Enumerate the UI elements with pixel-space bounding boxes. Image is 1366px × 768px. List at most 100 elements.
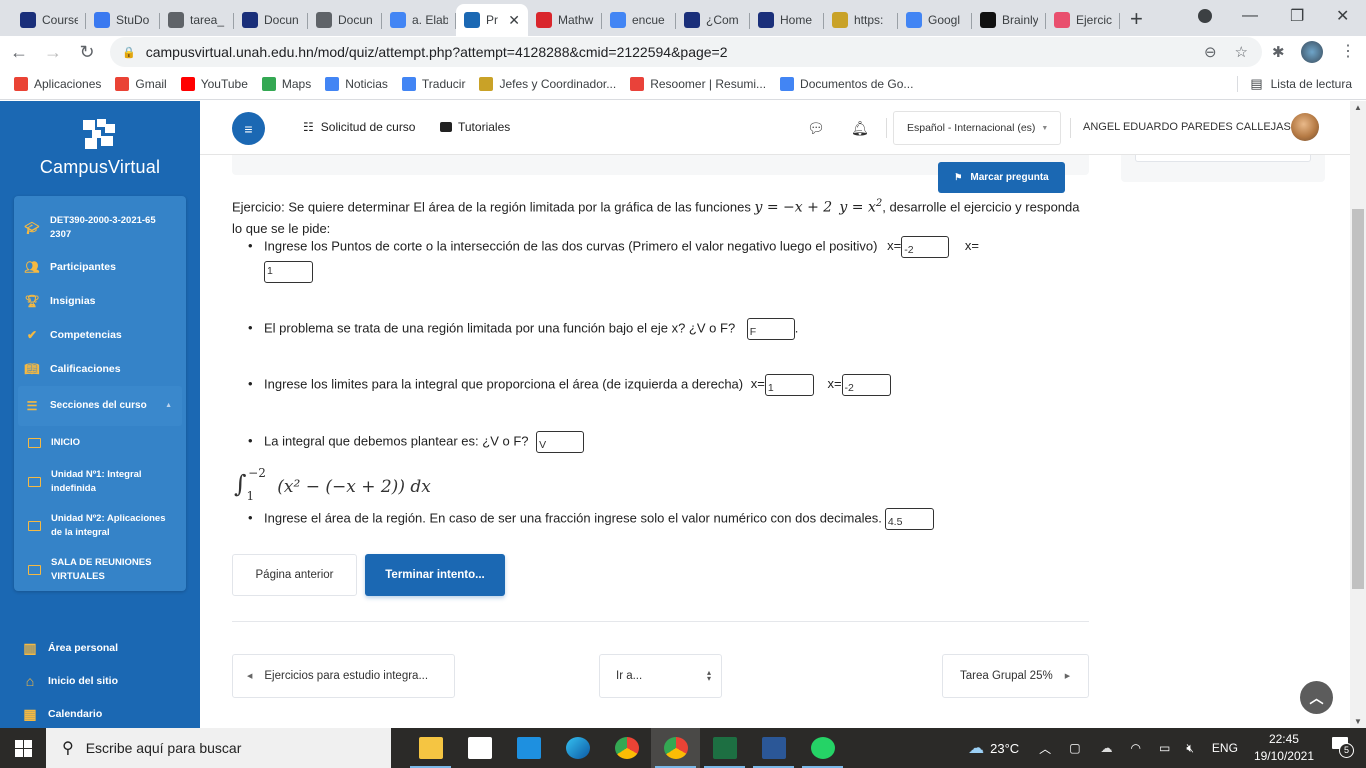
intersection-1-input[interactable]: -2 [901,236,950,258]
browser-tab[interactable]: Pr ✕ [456,4,528,36]
close-window-button[interactable]: ✕ [1336,0,1349,32]
lower-limit-input[interactable]: 1 [764,374,814,396]
tab-search-icon[interactable] [1198,0,1212,32]
user-name[interactable]: ANGEL EDUARDO PAREDES CALLEJAS [1083,121,1291,133]
upper-limit-input[interactable]: -2 [841,374,891,396]
browser-tab[interactable]: StuDo [86,4,160,36]
sidebar-item[interactable]: 🎓︎ DET390-2000-3-2021-652307 [14,206,186,250]
browser-tab[interactable]: Docun [308,4,382,36]
minimize-button[interactable]: — [1242,0,1258,32]
browser-tab[interactable]: Docun [234,4,308,36]
action-center-button[interactable]: 5 [1332,737,1354,759]
back-button[interactable]: ← [2,42,36,63]
browser-tab[interactable]: tarea_ [160,4,234,36]
scrollbar-thumb[interactable] [1352,209,1364,589]
weather-cloud-rain-icon[interactable]: ☁ [968,738,984,758]
profile-avatar[interactable] [1301,41,1323,63]
taskbar-app[interactable] [749,728,798,768]
taskbar-app[interactable] [553,728,602,768]
sidebar-section-item[interactable]: INICIO [14,426,186,460]
sidebar-item[interactable]: 👥︎ Participantes [14,250,186,284]
wifi-icon[interactable]: ◠ [1131,741,1141,755]
sidebar-section-item[interactable]: SALA DE REUNIONES VIRTUALES [14,548,186,592]
sidebar-item[interactable]: ▦ Calendario [22,697,118,730]
volume-muted-icon[interactable]: 🔇︎ [1186,741,1194,756]
page-scrollbar[interactable]: ▲ ▼ [1350,101,1366,728]
sidebar-item[interactable]: 🏆︎ Insignias [14,284,186,318]
bookmark-item[interactable]: Jefes y Coordinador... [479,76,616,91]
tutorials-link[interactable]: Tutoriales [440,120,510,134]
url-text[interactable]: campusvirtual.unah.edu.hn/mod/quiz/attem… [146,44,728,60]
bookmark-item[interactable]: Documentos de Go... [780,76,913,91]
campusvirtual-logo[interactable]: CampusVirtual [0,119,200,178]
browser-tab[interactable]: Googl [898,4,972,36]
bookmark-item[interactable]: Gmail [115,76,167,91]
taskbar-app[interactable] [700,728,749,768]
finish-attempt-button[interactable]: Terminar intento... [365,554,505,596]
browser-tab[interactable]: ¿Com [676,4,750,36]
zoom-icon[interactable]: ⊖ [1204,43,1217,61]
extensions-icon[interactable]: ✱ [1272,43,1285,61]
previous-page-button[interactable]: Página anterior [232,554,357,596]
sections-toggle[interactable]: ☰ Secciones del curso ▲ [18,386,182,426]
taskbar-app[interactable] [602,728,651,768]
battery-plugged-icon[interactable]: ▭ [1159,741,1170,755]
taskbar-app[interactable] [455,728,504,768]
bookmark-item[interactable]: Resoomer | Resumi... [630,76,766,91]
below-axis-input[interactable]: F [746,318,795,340]
browser-tab[interactable]: Ejercic [1046,4,1120,36]
address-bar[interactable]: 🔒 campusvirtual.unah.edu.hn/mod/quiz/att… [110,37,1262,67]
sidebar-item[interactable]: 📖︎ Calificaciones [14,352,186,386]
bookmark-star-icon[interactable]: ☆ [1235,43,1248,61]
bookmark-item[interactable]: Traducir [401,76,465,91]
close-tab-icon[interactable]: ✕ [508,12,520,29]
sidebar-item[interactable]: ⌂ Inicio del sitio [22,664,118,697]
bookmark-item[interactable]: YouTube [180,76,248,91]
forward-button[interactable]: → [36,42,70,63]
flag-question-button[interactable]: ⚑ Marcar pregunta [938,162,1065,193]
browser-tab[interactable]: Mathw [528,4,602,36]
start-button[interactable] [0,728,46,768]
bookmark-item[interactable]: Aplicaciones [14,76,101,91]
browser-tab[interactable]: Home [750,4,824,36]
course-request-link[interactable]: ☷ Solicitud de curso [303,120,415,134]
taskbar-app[interactable] [798,728,847,768]
sidebar-item[interactable]: ▥ Área personal [22,631,118,664]
reading-list-button[interactable]: ▤ Lista de lectura [1237,75,1352,92]
browser-tab[interactable]: encue [602,4,676,36]
browser-tab[interactable]: https: [824,4,898,36]
jump-to-select[interactable]: Ir a... ▴ ▾ [599,654,722,698]
weather-temp[interactable]: 23°C [990,741,1019,756]
scroll-up-arrow-icon[interactable]: ▲ [1354,103,1362,112]
sidebar-section-item[interactable]: Unidad Nº1: Integral indefinida [14,460,186,504]
next-activity-link[interactable]: Tarea Grupal 25% ▶ [942,654,1089,698]
taskbar-search-input[interactable]: ⚲ Escribe aquí para buscar [46,728,391,768]
new-tab-button[interactable]: + [1130,8,1143,30]
messages-icon[interactable]: 💬︎ [807,120,825,137]
browser-tab[interactable]: Course [12,4,86,36]
intersection-2-input[interactable]: 1 [264,261,313,283]
browser-tab[interactable]: a. Elab [382,4,456,36]
taskbar-app[interactable] [504,728,553,768]
back-to-top-button[interactable]: ︿ [1300,681,1333,714]
bookmark-item[interactable]: Maps [261,76,311,91]
user-avatar[interactable] [1291,113,1319,141]
taskbar-app[interactable] [651,728,700,768]
previous-activity-link[interactable]: ◀ Ejercicios para estudio integra... [232,654,455,698]
onedrive-cloud-icon[interactable]: ☁ [1101,741,1113,755]
taskbar-app[interactable] [406,728,455,768]
bookmark-item[interactable]: Noticias [325,76,388,91]
menu-kebab-icon[interactable]: ⋮ [1340,41,1356,61]
sidebar-section-item[interactable]: Unidad Nº2: Aplicaciones de la integral [14,504,186,548]
sidebar-item[interactable]: ✔ Competencias [14,318,186,352]
maximize-button[interactable]: ❐ [1290,0,1304,32]
reload-button[interactable]: ↻ [70,42,104,63]
integral-vf-input[interactable]: V [536,431,585,453]
show-hidden-icons-chevron-icon[interactable]: ︿ [1039,740,1051,757]
language-selector[interactable]: Español - Internacional (es) ▼ [893,111,1061,145]
input-language[interactable]: ENG [1212,741,1238,755]
clock[interactable]: 22:45 19/10/2021 [1254,731,1314,765]
meet-now-icon[interactable]: ▢ [1069,741,1080,755]
drawer-toggle-button[interactable]: ≡ [232,112,265,145]
browser-tab[interactable]: Brainly [972,4,1046,36]
